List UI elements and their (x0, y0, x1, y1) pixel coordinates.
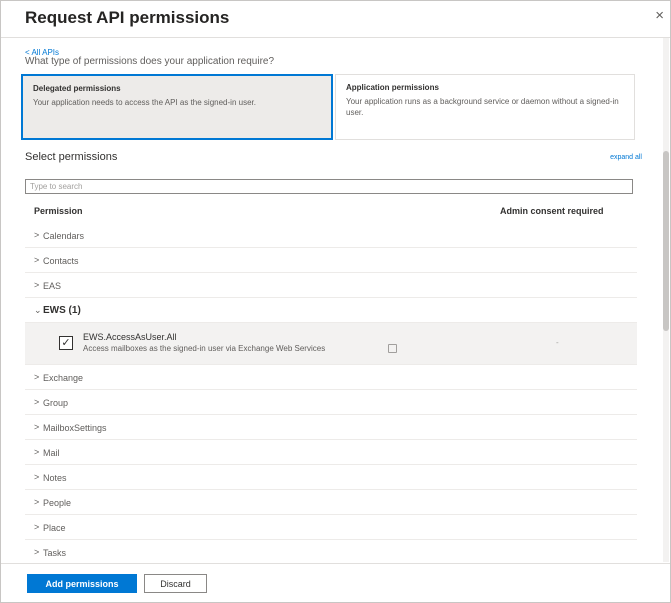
dialog-header: Request API permissions × (1, 1, 670, 38)
group-row-group[interactable]: > Group (25, 390, 637, 415)
info-icon[interactable] (388, 344, 397, 353)
group-label: Mail (43, 448, 60, 458)
discard-button[interactable]: Discard (144, 574, 207, 593)
permission-row-ews-accessasuser-all[interactable]: ✓ EWS.AccessAsUser.All Access mailboxes … (25, 323, 637, 365)
chevron-right-icon: > (34, 255, 40, 265)
chevron-down-icon: ⌄ (34, 305, 42, 315)
group-row-contacts[interactable]: > Contacts (25, 248, 637, 273)
application-permissions-title: Application permissions (346, 83, 439, 92)
chevron-right-icon: > (34, 422, 40, 432)
permission-search-input[interactable] (25, 179, 633, 194)
permission-type-question: What type of permissions does your appli… (25, 56, 275, 67)
select-permissions-label: Select permissions (25, 151, 118, 163)
dialog-body[interactable]: < All APIs What type of permissions does… (1, 38, 670, 564)
permission-checkbox[interactable]: ✓ (59, 336, 73, 350)
group-label: MailboxSettings (43, 423, 107, 433)
application-permissions-description: Your application runs as a background se… (346, 97, 619, 117)
application-permissions-card[interactable]: Application permissions Your application… (335, 74, 635, 140)
group-row-eas[interactable]: > EAS (25, 273, 637, 298)
chevron-right-icon: > (34, 397, 40, 407)
group-row-people[interactable]: > People (25, 490, 637, 515)
group-label: Place (43, 523, 66, 533)
request-api-permissions-dialog: Request API permissions × < All APIs Wha… (0, 0, 671, 603)
admin-consent-value: - (556, 338, 559, 347)
add-permissions-button[interactable]: Add permissions (27, 574, 137, 593)
delegated-permissions-title: Delegated permissions (33, 84, 121, 93)
group-row-calendars[interactable]: > Calendars (25, 223, 637, 248)
close-icon[interactable]: × (655, 7, 664, 24)
group-label: Exchange (43, 373, 84, 383)
group-row-notes[interactable]: > Notes (25, 465, 637, 490)
chevron-right-icon: > (34, 522, 40, 532)
group-label: Contacts (43, 256, 79, 266)
group-label: EAS (43, 281, 62, 291)
group-label: Tasks (43, 548, 67, 558)
chevron-right-icon: > (34, 447, 40, 457)
group-label: Group (43, 398, 69, 408)
group-row-mailboxsettings[interactable]: > MailboxSettings (25, 415, 637, 440)
chevron-right-icon: > (34, 230, 40, 240)
column-header-admin-consent: Admin consent required (500, 206, 604, 216)
chevron-right-icon: > (34, 497, 40, 507)
group-label: Notes (43, 473, 67, 483)
group-label: EWS (1) (43, 305, 81, 316)
dialog-footer: Add permissions Discard (1, 563, 670, 602)
chevron-right-icon: > (34, 547, 40, 557)
group-label: People (43, 498, 72, 508)
chevron-right-icon: > (34, 472, 40, 482)
group-row-tasks[interactable]: > Tasks (25, 540, 637, 564)
delegated-permissions-card[interactable]: Delegated permissions Your application n… (21, 74, 333, 140)
scrollbar-thumb[interactable] (663, 151, 669, 331)
chevron-right-icon: > (34, 280, 40, 290)
group-label: Calendars (43, 231, 85, 241)
expand-all-link[interactable]: expand all (610, 154, 642, 161)
chevron-right-icon: > (34, 372, 40, 382)
group-row-exchange[interactable]: > Exchange (25, 365, 637, 390)
permission-name: EWS.AccessAsUser.All (83, 332, 177, 342)
group-row-ews[interactable]: ⌄ EWS (1) (25, 298, 637, 323)
permission-description: Access mailboxes as the signed-in user v… (83, 344, 326, 353)
column-header-permission: Permission (34, 206, 83, 216)
delegated-permissions-description: Your application needs to access the API… (33, 98, 256, 108)
group-row-mail[interactable]: > Mail (25, 440, 637, 465)
group-row-place[interactable]: > Place (25, 515, 637, 540)
dialog-title: Request API permissions (25, 8, 230, 27)
